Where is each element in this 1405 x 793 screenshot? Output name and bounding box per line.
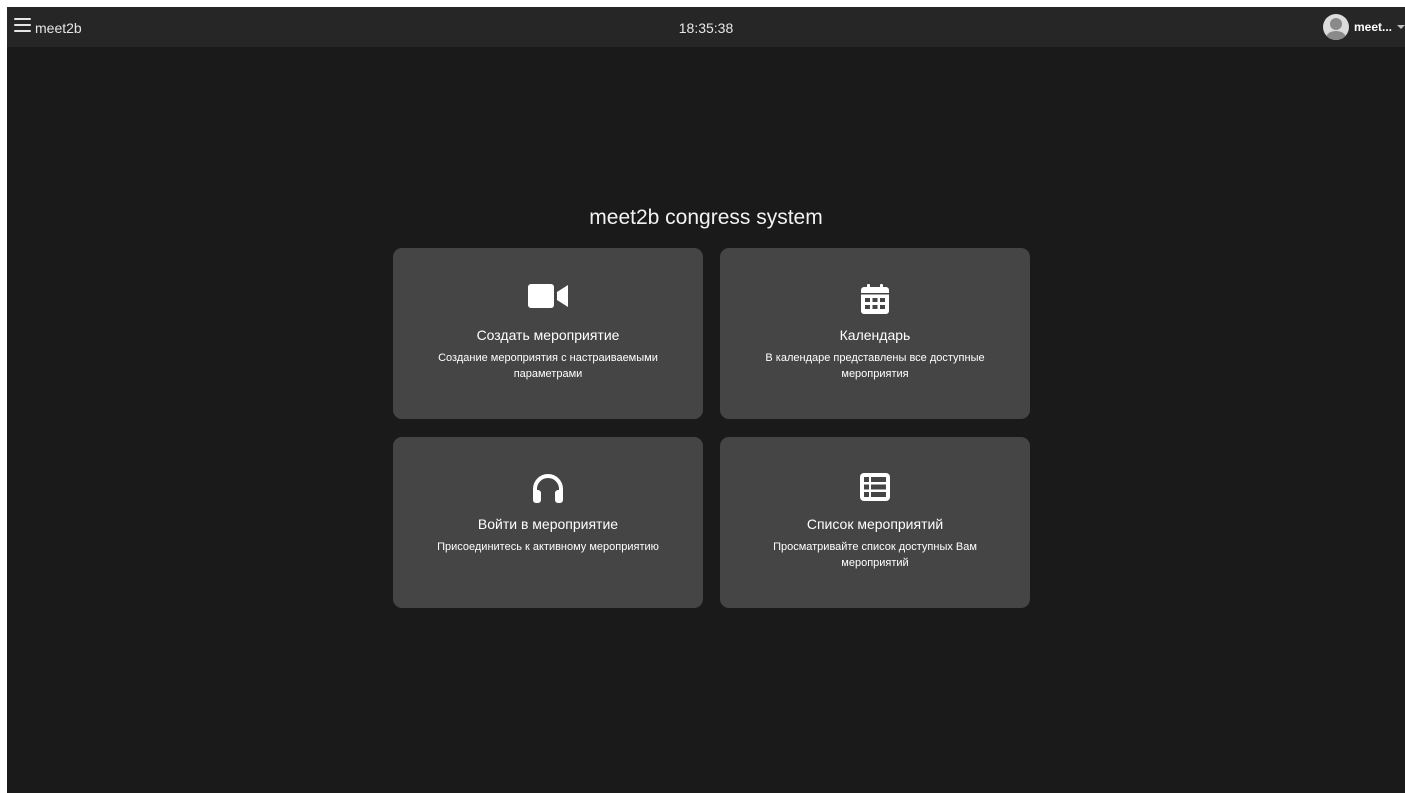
- list-icon: [720, 473, 1030, 503]
- event-list-card[interactable]: Список мероприятий Просматривайте список…: [720, 437, 1030, 608]
- page-title: meet2b congress system: [589, 206, 823, 229]
- calendar-card[interactable]: Календарь В календаре представлены все д…: [720, 248, 1030, 419]
- top-bar: meet2b 18:35:38 meet...: [7, 7, 1405, 47]
- card-title: Войти в мероприятие: [477, 516, 619, 532]
- app-window: meet2b 18:35:38 meet... meet2b congress …: [7, 7, 1405, 793]
- card-title: Календарь: [839, 327, 911, 343]
- card-description: Присоединитесь к активному мероприятию: [437, 541, 659, 553]
- card-title: Список мероприятий: [806, 516, 944, 532]
- card-title: Создать мероприятие: [476, 327, 620, 343]
- card-description: В календаре представлены все доступные м…: [765, 352, 985, 380]
- user-menu[interactable]: meet...: [1322, 13, 1405, 41]
- clock: 18:35:38: [678, 20, 734, 36]
- calendar-icon: [720, 284, 1030, 314]
- join-event-card[interactable]: Войти в мероприятие Присоединитесь к акт…: [393, 437, 703, 608]
- card-description: Создание мероприятия с настраиваемыми па…: [438, 352, 658, 380]
- chevron-down-icon[interactable]: [1397, 25, 1405, 29]
- video-camera-icon: [393, 284, 703, 314]
- headphones-icon: [393, 473, 703, 503]
- create-event-card[interactable]: Создать мероприятие Создание мероприятия…: [393, 248, 703, 419]
- avatar-icon[interactable]: [1322, 14, 1349, 40]
- user-name[interactable]: meet...: [1354, 20, 1392, 34]
- card-description: Просматривайте список доступных Вам меро…: [773, 541, 977, 569]
